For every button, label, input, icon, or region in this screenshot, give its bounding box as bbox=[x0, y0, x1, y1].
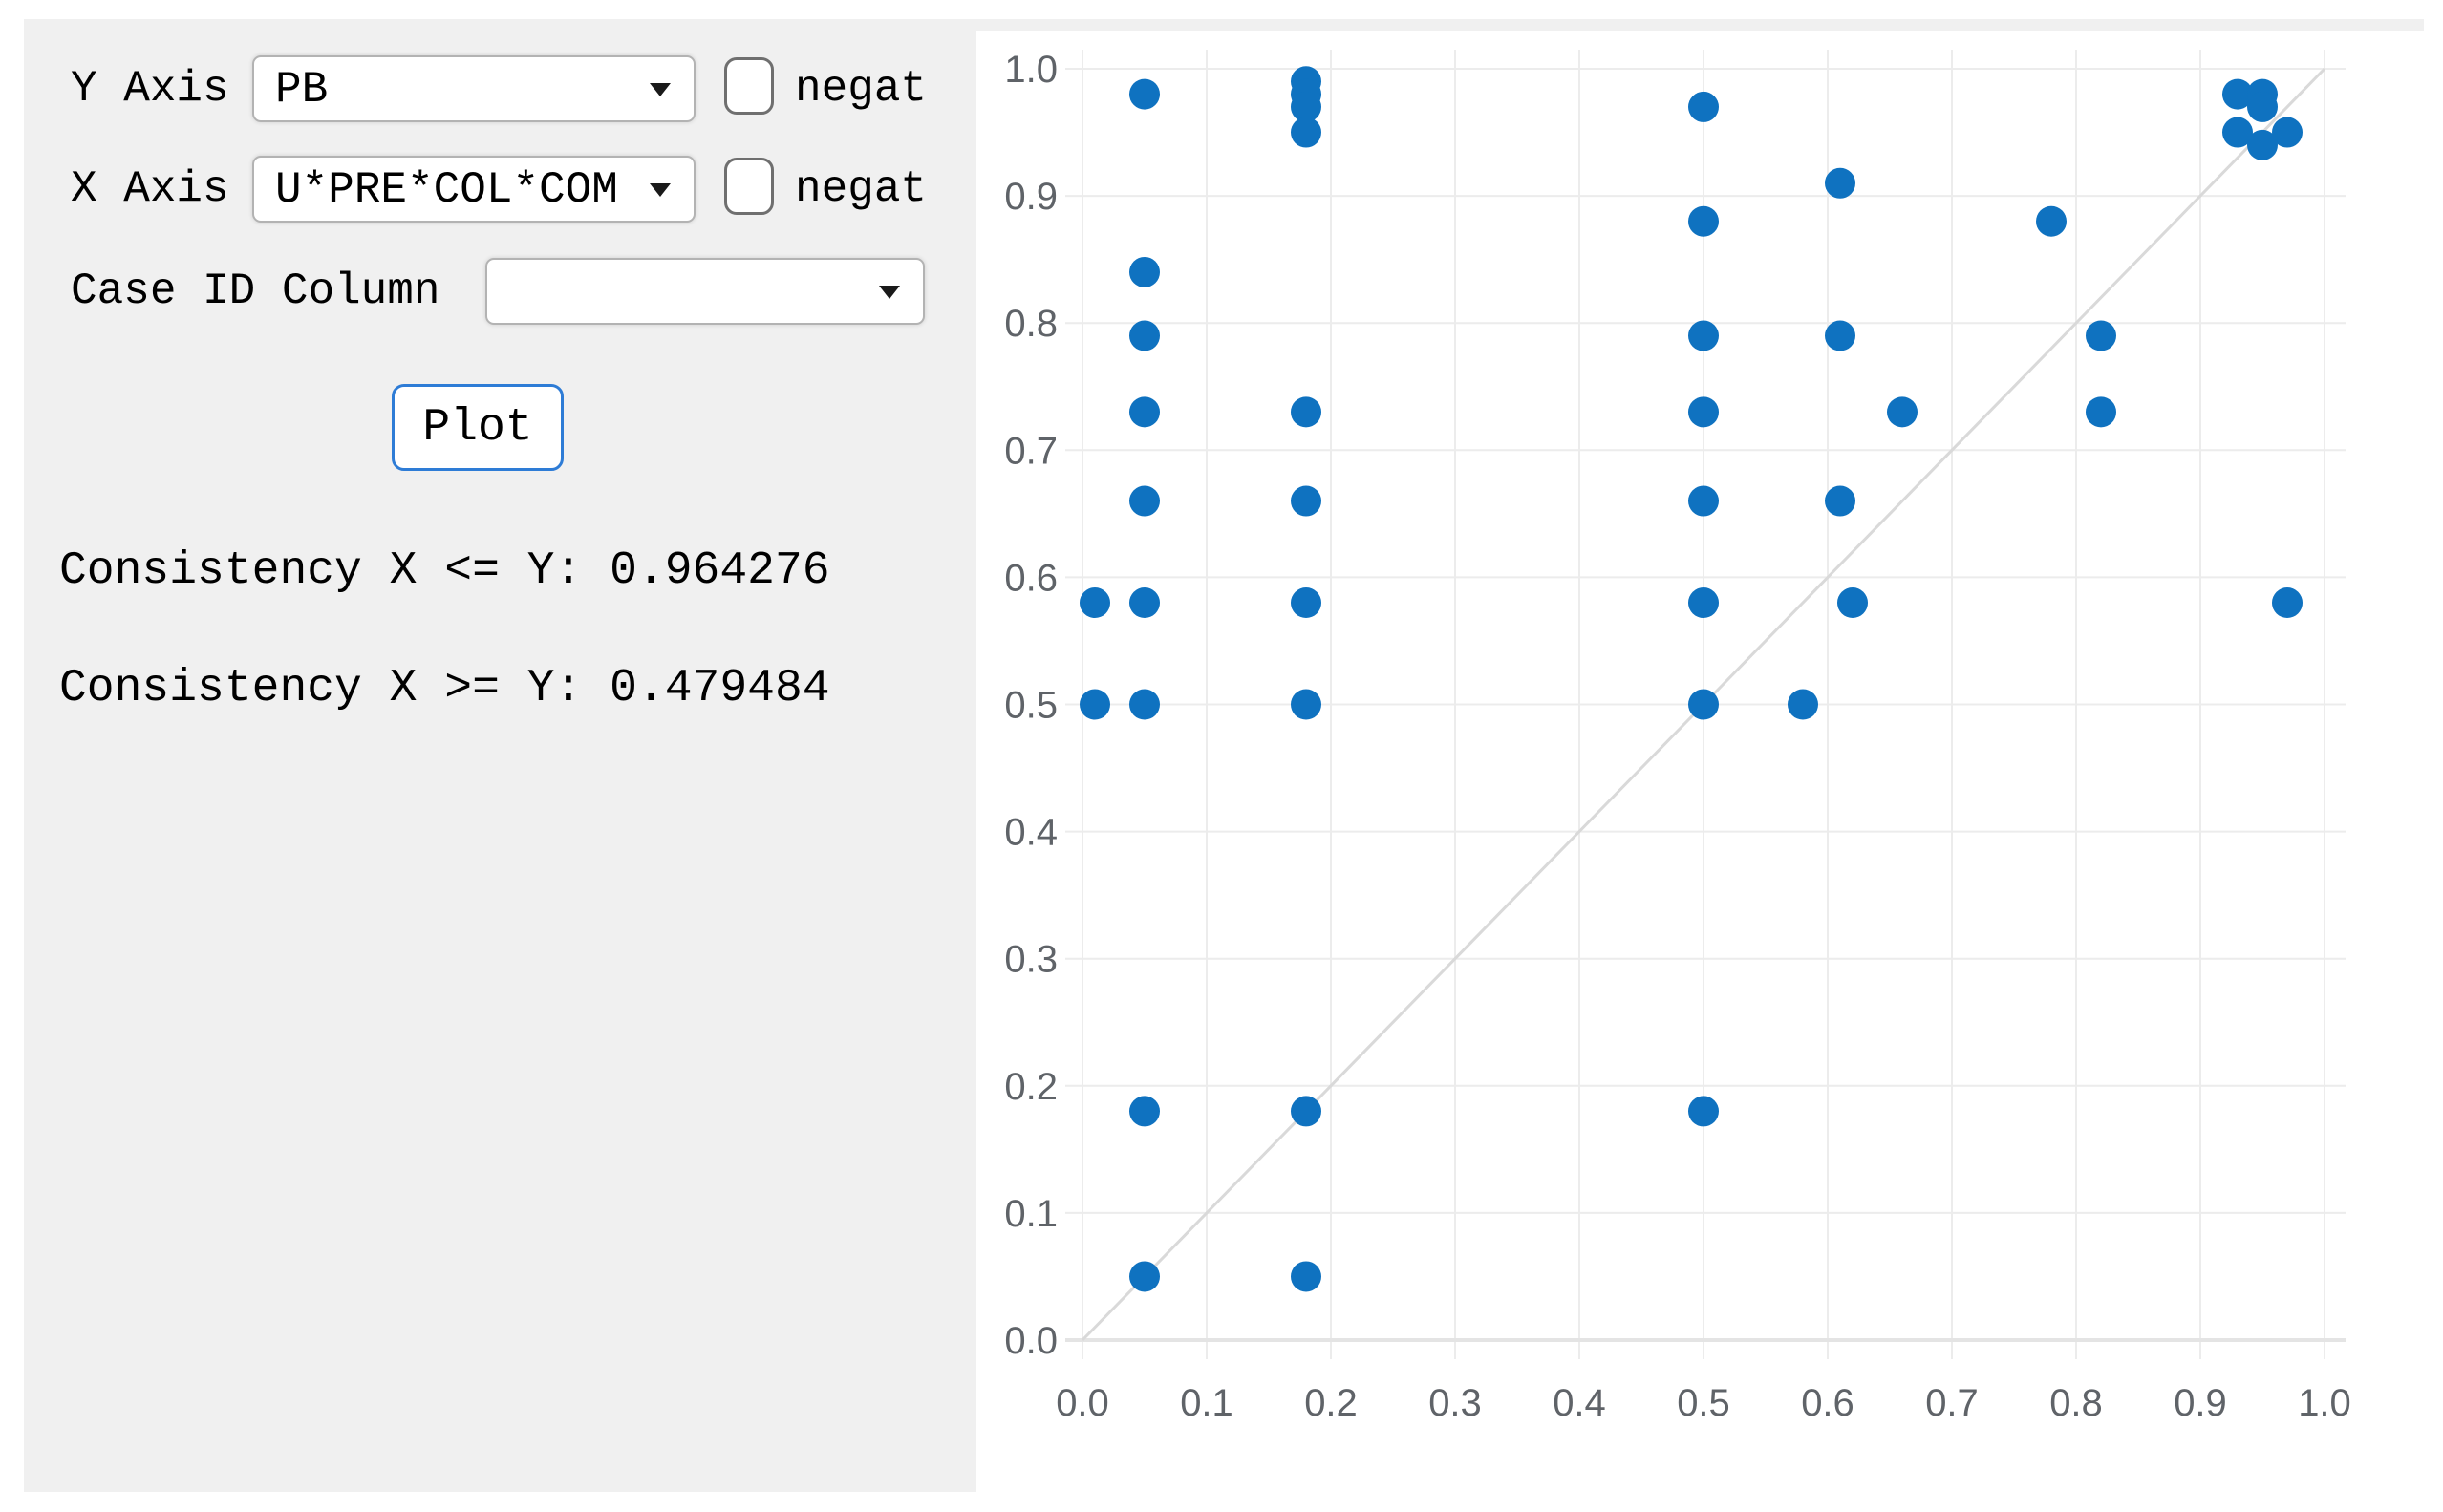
y-tick-label: 0.3 bbox=[1004, 939, 1058, 981]
data-point bbox=[2086, 321, 2116, 351]
data-point bbox=[1129, 257, 1160, 287]
data-point bbox=[1129, 690, 1160, 720]
data-point bbox=[2272, 587, 2303, 618]
case-id-label: Case ID Column bbox=[71, 269, 439, 313]
y-axis-select[interactable]: PB bbox=[252, 55, 696, 122]
y-tick-label: 0.8 bbox=[1004, 303, 1058, 345]
data-point bbox=[1291, 486, 1321, 517]
consistency-gte-text: Consistency X >= Y: 0.479484 bbox=[59, 664, 830, 713]
data-point bbox=[1688, 587, 1719, 618]
y-tick-label: 1.0 bbox=[1004, 49, 1058, 91]
data-point bbox=[1129, 486, 1160, 517]
data-point bbox=[1825, 168, 1855, 199]
x-tick-label: 0.7 bbox=[1925, 1382, 1979, 1424]
x-tick-label: 0.0 bbox=[1056, 1382, 1109, 1424]
data-point bbox=[2247, 92, 2278, 122]
data-point bbox=[1129, 587, 1160, 618]
data-point bbox=[1688, 1096, 1719, 1126]
plot-button[interactable]: Plot bbox=[392, 384, 564, 471]
y-tick-label: 0.1 bbox=[1004, 1193, 1058, 1235]
data-point bbox=[1129, 1261, 1160, 1291]
x-tick-label: 0.1 bbox=[1180, 1382, 1233, 1424]
case-id-select[interactable] bbox=[485, 258, 925, 325]
x-tick-label: 0.3 bbox=[1428, 1382, 1482, 1424]
consistency-lte-text: Consistency X <= Y: 0.964276 bbox=[59, 546, 830, 596]
data-point bbox=[1291, 1261, 1321, 1291]
data-point bbox=[1291, 690, 1321, 720]
data-point bbox=[1688, 92, 1719, 122]
data-point bbox=[1129, 79, 1160, 110]
data-point bbox=[1837, 587, 1868, 618]
x-tick-label: 0.9 bbox=[2174, 1382, 2227, 1424]
x-axis-label: X Axis bbox=[71, 167, 229, 211]
x-tick-label: 0.6 bbox=[1801, 1382, 1854, 1424]
data-point bbox=[1129, 396, 1160, 427]
y-tick-label: 0.9 bbox=[1004, 176, 1058, 218]
x-axis-select-value: U*PRE*COL*COM bbox=[275, 168, 618, 212]
y-tick-label: 0.2 bbox=[1004, 1066, 1058, 1108]
x-negate-label: negat bbox=[795, 167, 927, 211]
data-point bbox=[1825, 321, 1855, 351]
data-point bbox=[1688, 486, 1719, 517]
data-point bbox=[1887, 396, 1918, 427]
y-negate-checkbox[interactable] bbox=[724, 57, 774, 115]
y-tick-label: 0.0 bbox=[1004, 1320, 1058, 1362]
dropdown-arrow-icon bbox=[879, 286, 900, 299]
data-point bbox=[2036, 206, 2067, 237]
y-axis-select-value: PB bbox=[275, 68, 328, 112]
y-tick-label: 0.6 bbox=[1004, 557, 1058, 599]
scatter-plot-svg: 0.0 0.1 0.2 0.3 0.4 0.5 0.6 0.7 0.8 0.9 1.0 0.0 0.1 0… bbox=[976, 31, 2443, 1512]
data-point bbox=[1129, 321, 1160, 351]
x-tick-label: 0.5 bbox=[1677, 1382, 1730, 1424]
x-tick-label: 0.4 bbox=[1553, 1382, 1606, 1424]
data-point bbox=[1688, 321, 1719, 351]
data-point bbox=[1291, 587, 1321, 618]
data-point bbox=[1129, 1096, 1160, 1126]
x-tick-label: 1.0 bbox=[2298, 1382, 2351, 1424]
data-point bbox=[1291, 396, 1321, 427]
dropdown-arrow-icon bbox=[650, 183, 671, 197]
y-tick-label: 0.4 bbox=[1004, 812, 1058, 854]
y-axis-label: Y Axis bbox=[71, 67, 229, 111]
consistency-lte-label: Consistency X <= Y: bbox=[59, 545, 582, 597]
data-point bbox=[1688, 690, 1719, 720]
data-point bbox=[1080, 690, 1110, 720]
x-negate-checkbox[interactable] bbox=[724, 158, 774, 215]
consistency-lte-value: 0.964276 bbox=[610, 545, 829, 597]
data-point bbox=[1788, 690, 1818, 720]
consistency-gte-label: Consistency X >= Y: bbox=[59, 663, 582, 714]
data-point bbox=[1688, 206, 1719, 237]
data-point bbox=[1080, 587, 1110, 618]
x-axis-select[interactable]: U*PRE*COL*COM bbox=[252, 156, 696, 223]
consistency-gte-value: 0.479484 bbox=[610, 663, 829, 714]
x-tick-label: 0.2 bbox=[1304, 1382, 1358, 1424]
y-negate-label: negat bbox=[795, 67, 927, 111]
y-tick-label: 0.7 bbox=[1004, 430, 1058, 472]
data-point bbox=[1291, 1096, 1321, 1126]
data-point bbox=[2086, 396, 2116, 427]
data-point bbox=[1291, 117, 1321, 148]
x-tick-label: 0.8 bbox=[2049, 1382, 2103, 1424]
y-tick-label: 0.5 bbox=[1004, 685, 1058, 727]
data-point bbox=[1825, 486, 1855, 517]
dropdown-arrow-icon bbox=[650, 83, 671, 96]
plot-figure: 0.0 0.1 0.2 0.3 0.4 0.5 0.6 0.7 0.8 0.9 1.0 0.0 0.1 0… bbox=[976, 31, 2443, 1512]
data-point bbox=[1688, 396, 1719, 427]
data-point bbox=[2247, 130, 2278, 160]
